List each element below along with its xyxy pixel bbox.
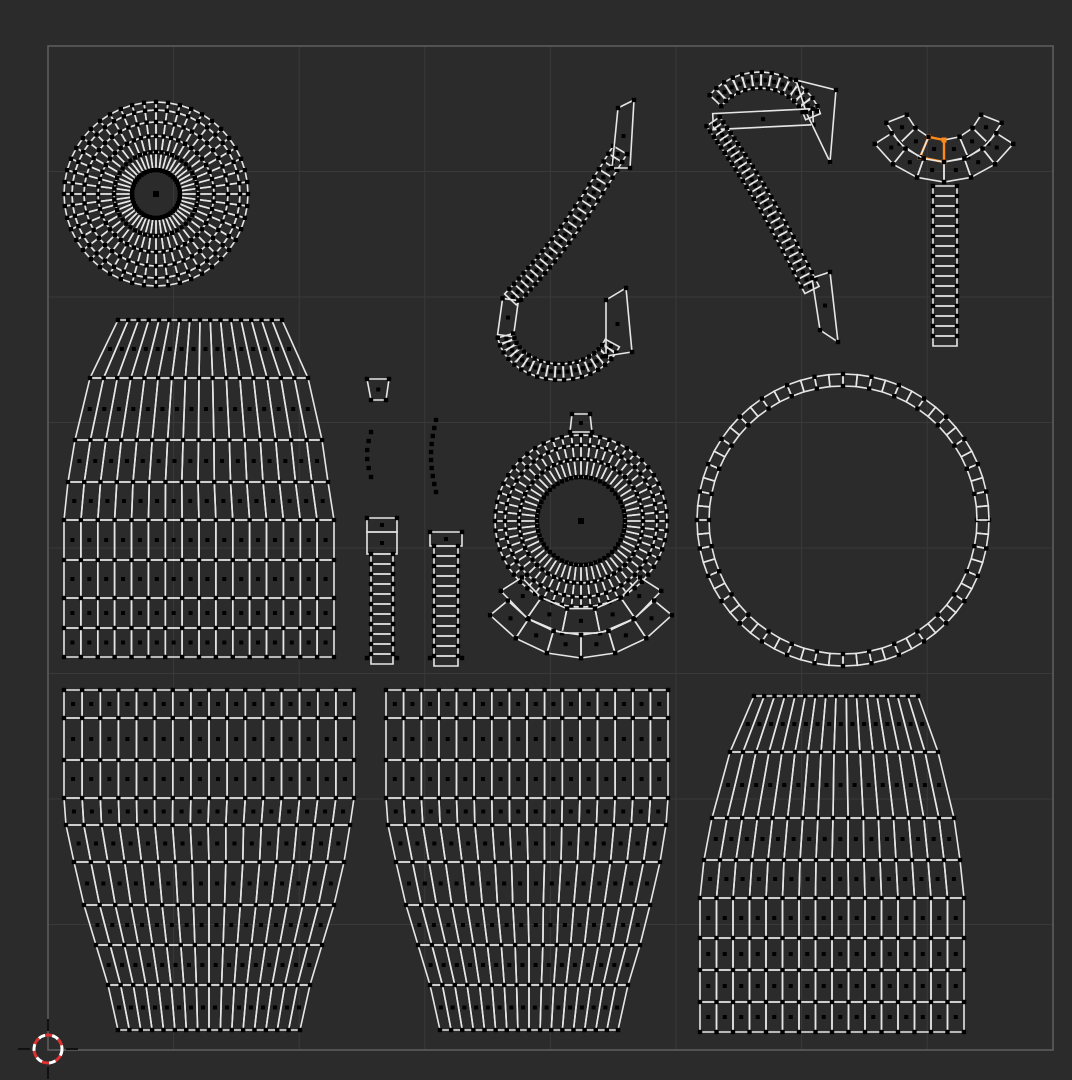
uv-island-barrel-lower-left[interactable]	[61, 687, 357, 1033]
uv-canvas[interactable]	[0, 0, 1072, 1080]
uv-island-top-disc[interactable]	[61, 99, 251, 289]
uv-editor-viewport[interactable]	[0, 0, 1072, 1080]
uv-island-ring[interactable]	[694, 371, 992, 669]
uv-island-barrel-lower-right[interactable]	[697, 693, 967, 1035]
uv-island-round-knob[interactable]	[487, 411, 675, 661]
uv-island-small-pieces[interactable]	[364, 376, 465, 667]
uv-island-hook-right[interactable]	[704, 69, 841, 345]
uv-island-hook-left[interactable]	[495, 97, 637, 383]
uv-island-barrel-lower-middle[interactable]	[383, 687, 671, 1033]
uv-island-barrel-upper-left[interactable]	[61, 317, 337, 660]
uv-islands-layer[interactable]	[61, 69, 1016, 1035]
uv-island-fan-strip-top-right[interactable]	[872, 112, 1016, 347]
